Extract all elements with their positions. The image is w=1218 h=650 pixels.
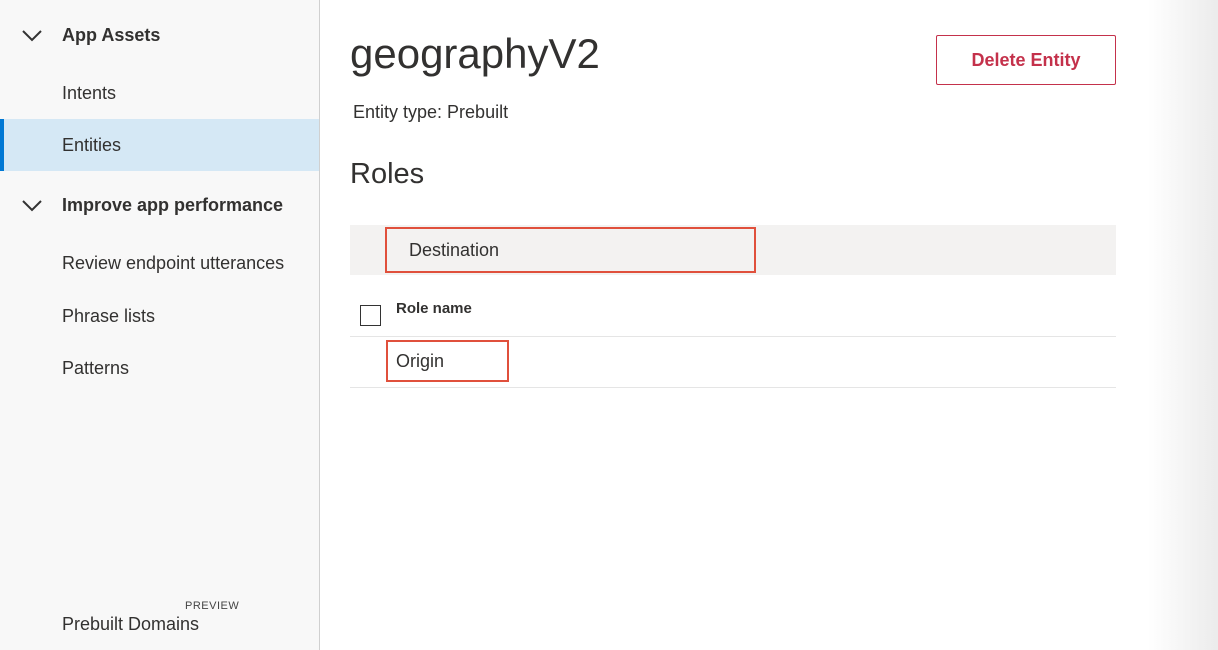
role-name-column-header[interactable]: Role name xyxy=(396,300,472,317)
roles-heading: Roles xyxy=(350,158,425,190)
role-name-input[interactable] xyxy=(385,227,756,273)
sidebar-item-label: Prebuilt Domains xyxy=(62,613,200,634)
sidebar: App Assets Intents Entities Improve app … xyxy=(0,0,320,650)
sidebar-item-label: Phrase lists xyxy=(62,305,156,326)
delete-entity-button[interactable]: Delete Entity xyxy=(936,35,1116,85)
sidebar-item-entities[interactable]: Entities xyxy=(0,119,319,171)
sidebar-item-prebuilt-domains[interactable]: Prebuilt Domains xyxy=(0,598,319,650)
sidebar-item-label: Entities xyxy=(62,134,122,155)
sidebar-item-phrase-lists[interactable]: Phrase lists xyxy=(0,290,319,342)
section-label: Improve app performance xyxy=(62,194,284,215)
sidebar-item-label: Review endpoint utterances xyxy=(62,252,285,273)
sidebar-item-label: Patterns xyxy=(62,357,130,378)
section-app-assets[interactable]: App Assets xyxy=(0,9,319,61)
select-all-checkbox[interactable] xyxy=(360,305,381,326)
sidebar-item-label: Intents xyxy=(62,82,117,103)
entity-type-text: Entity type: Prebuilt xyxy=(353,102,509,122)
chevron-down-icon xyxy=(22,30,42,42)
section-label: App Assets xyxy=(62,24,161,45)
role-name-text: Origin xyxy=(396,350,445,371)
sidebar-item-patterns[interactable]: Patterns xyxy=(0,342,319,394)
sidebar-item-intents[interactable]: Intents xyxy=(0,67,319,119)
sidebar-item-review-endpoint-utterances[interactable]: Review endpoint utterances xyxy=(0,237,319,289)
page-title: geographyV2 xyxy=(350,30,600,77)
section-improve-app-performance[interactable]: Improve app performance xyxy=(0,179,319,231)
chevron-down-icon xyxy=(22,200,42,212)
role-name-cell[interactable]: Origin xyxy=(386,340,509,382)
panel-edge-shadow xyxy=(1148,0,1218,650)
